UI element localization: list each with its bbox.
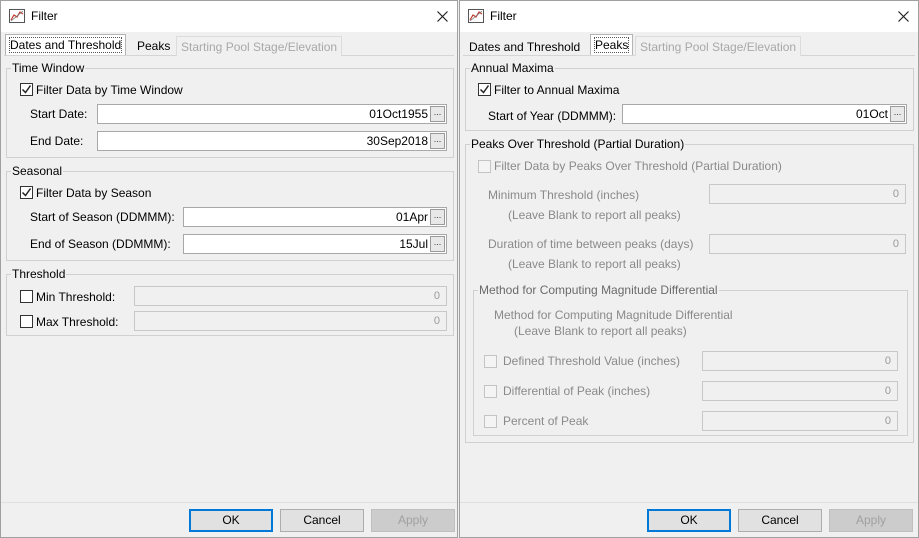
close-icon: [436, 11, 448, 22]
close-button[interactable]: [888, 1, 918, 32]
start-of-year-field[interactable]: 01Oct ...: [622, 104, 907, 124]
min-threshold-label: Min Threshold:: [36, 290, 116, 304]
ellipsis-button-icon[interactable]: ...: [430, 106, 445, 122]
duration-field: 0: [709, 234, 906, 254]
min-threshold-label: Minimum Threshold (inches): [488, 188, 640, 202]
max-threshold-field[interactable]: 0: [134, 311, 447, 331]
footer-divider: [1, 502, 457, 503]
check-icon: [479, 85, 490, 94]
pot-title: Peaks Over Threshold (Partial Duration): [470, 137, 686, 151]
tab-bar: Dates and Threshold Peaks Starting Pool …: [463, 34, 915, 56]
duration-hint: (Leave Blank to report all peaks): [508, 257, 681, 271]
threshold-title: Threshold: [11, 267, 67, 281]
differential-checkbox: [484, 385, 497, 398]
ok-button[interactable]: OK: [647, 509, 731, 532]
ellipsis-button-icon[interactable]: ...: [430, 133, 445, 149]
min-threshold-hint: (Leave Blank to report all peaks): [508, 208, 681, 222]
season-end-label: End of Season (DDMMM):: [30, 237, 171, 251]
method-title: Method for Computing Magnitude Different…: [478, 283, 719, 297]
defined-threshold-field: 0: [702, 351, 898, 371]
annual-maxima-title: Annual Maxima: [470, 61, 555, 75]
pot-checkbox: [478, 160, 491, 173]
defined-threshold-label: Defined Threshold Value (inches): [503, 354, 680, 368]
cancel-button[interactable]: Cancel: [738, 509, 822, 532]
method-description: Method for Computing Magnitude Different…: [494, 308, 733, 322]
min-threshold-field[interactable]: 0: [134, 286, 447, 306]
min-threshold-checkbox[interactable]: [20, 290, 33, 303]
duration-label: Duration of time between peaks (days): [488, 237, 694, 251]
cancel-button[interactable]: Cancel: [280, 509, 364, 532]
time-window-title: Time Window: [11, 61, 86, 75]
percent-label: Percent of Peak: [503, 414, 589, 428]
window-title: Filter: [31, 9, 58, 23]
percent-field: 0: [702, 411, 898, 431]
percent-checkbox: [484, 415, 497, 428]
title-bar: Filter: [1, 1, 457, 32]
seasonal-title: Seasonal: [11, 164, 64, 178]
annual-maxima-checkbox-label: Filter to Annual Maxima: [494, 83, 620, 97]
close-button[interactable]: [427, 1, 457, 32]
tab-starting-pool-stage: Starting Pool Stage/Elevation: [176, 36, 343, 56]
differential-label: Differential of Peak (inches): [503, 384, 651, 398]
tab-bar: Dates and Threshold Peaks Starting Pool …: [4, 34, 454, 56]
season-end-field[interactable]: 15Jul ...: [183, 234, 447, 254]
annual-maxima-group: Annual Maxima Filter to Annual Maxima St…: [465, 61, 914, 131]
magnitude-method-group: Method for Computing Magnitude Different…: [473, 283, 908, 436]
threshold-group: Threshold Min Threshold: 0 Max Threshold…: [6, 267, 454, 336]
annual-maxima-checkbox[interactable]: [478, 83, 491, 96]
season-start-label: Start of Season (DDMMM):: [30, 210, 175, 224]
end-date-field[interactable]: 30Sep2018 ...: [97, 131, 447, 151]
max-threshold-label: Max Threshold:: [36, 315, 119, 329]
differential-field: 0: [702, 381, 898, 401]
ellipsis-button-icon[interactable]: ...: [890, 106, 905, 122]
min-threshold-field: 0: [709, 184, 906, 204]
apply-button: Apply: [829, 509, 913, 532]
window-title: Filter: [490, 9, 517, 23]
ok-button[interactable]: OK: [189, 509, 273, 532]
filter-dialog-dates: Filter Dates and Threshold Peaks Startin…: [0, 0, 458, 538]
season-start-field[interactable]: 01Apr ...: [183, 207, 447, 227]
tab-starting-pool-stage: Starting Pool Stage/Elevation: [635, 36, 802, 56]
filter-dialog-peaks: Filter Dates and Threshold Peaks Startin…: [459, 0, 919, 538]
seasonal-group: Seasonal Filter Data by Season Start of …: [6, 164, 454, 261]
method-hint: (Leave Blank to report all peaks): [514, 324, 687, 338]
start-date-field[interactable]: 01Oct1955 ...: [97, 104, 447, 124]
pot-checkbox-label: Filter Data by Peaks Over Threshold (Par…: [494, 159, 782, 173]
time-window-checkbox[interactable]: [20, 83, 33, 96]
season-checkbox[interactable]: [20, 186, 33, 199]
ellipsis-button-icon[interactable]: ...: [430, 236, 445, 252]
check-icon: [21, 85, 32, 94]
ellipsis-button-icon[interactable]: ...: [430, 209, 445, 225]
time-window-group: Time Window Filter Data by Time Window S…: [6, 61, 454, 158]
tab-peaks[interactable]: Peaks: [590, 34, 634, 55]
start-of-year-label: Start of Year (DDMMM):: [488, 109, 617, 123]
tab-dates-threshold[interactable]: Dates and Threshold: [5, 34, 127, 55]
filter-chart-icon: [468, 9, 484, 23]
peaks-over-threshold-group: Peaks Over Threshold (Partial Duration) …: [465, 137, 914, 443]
title-bar: Filter: [460, 1, 918, 32]
tab-dates-threshold[interactable]: Dates and Threshold: [465, 37, 584, 57]
tab-peaks[interactable]: Peaks: [133, 36, 174, 56]
end-date-label: End Date:: [30, 134, 84, 148]
time-window-checkbox-label: Filter Data by Time Window: [36, 83, 183, 97]
defined-threshold-checkbox: [484, 355, 497, 368]
check-icon: [21, 188, 32, 197]
season-checkbox-label: Filter Data by Season: [36, 186, 152, 200]
max-threshold-checkbox[interactable]: [20, 315, 33, 328]
filter-chart-icon: [9, 9, 25, 23]
start-date-label: Start Date:: [30, 107, 88, 121]
close-icon: [897, 11, 909, 22]
apply-button: Apply: [371, 509, 455, 532]
footer-divider: [460, 502, 918, 503]
